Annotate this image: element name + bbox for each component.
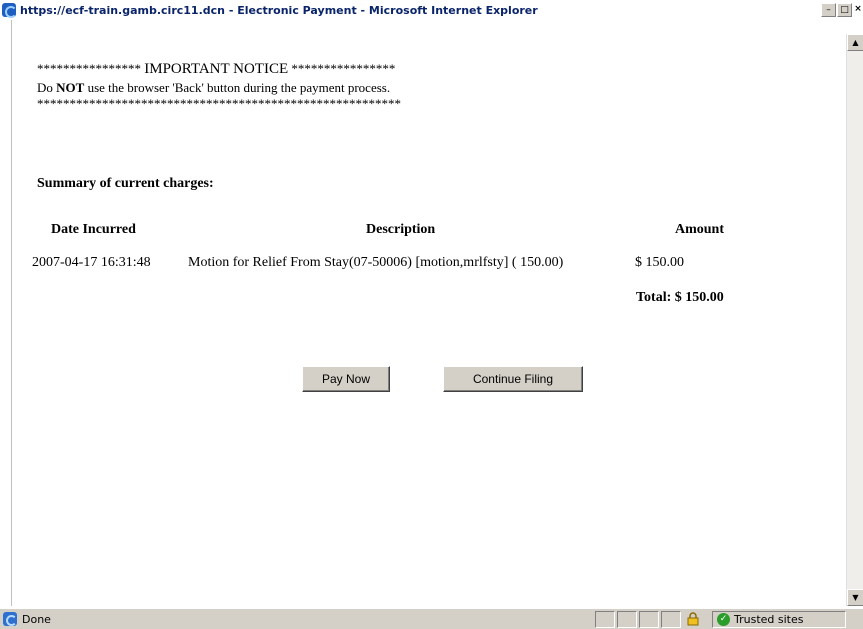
- notice-stars-line: ****************************************…: [37, 96, 401, 111]
- header-amount: Amount: [675, 222, 725, 237]
- status-pane-4: [661, 611, 681, 628]
- notice-stars-left: ****************: [37, 61, 141, 76]
- trusted-sites-check-icon: ✓: [717, 613, 730, 626]
- notice-stars-right: ****************: [291, 61, 396, 76]
- header-date-incurred: Date Incurred: [51, 222, 136, 237]
- status-text: Done: [22, 612, 51, 626]
- notice-heading-text: IMPORTANT NOTICE: [144, 61, 289, 77]
- status-pane-1: [595, 611, 615, 628]
- status-bar: Done ✓ Trusted sites: [0, 608, 863, 629]
- scroll-down-icon[interactable]: ▼: [847, 589, 863, 606]
- notice-text: Do NOT use the browser 'Back' button dur…: [37, 80, 390, 96]
- notice-text-prefix: Do: [37, 80, 57, 95]
- status-pane-2: [617, 611, 637, 628]
- status-pane-3: [639, 611, 659, 628]
- pay-now-button[interactable]: Pay Now: [302, 366, 390, 392]
- window-controls: – □ ×: [821, 3, 863, 17]
- page-content: **************** IMPORTANT NOTICE ******…: [12, 20, 846, 606]
- maximize-button[interactable]: □: [837, 3, 852, 17]
- minimize-button[interactable]: –: [821, 3, 836, 17]
- security-zone[interactable]: ✓ Trusted sites: [712, 611, 846, 628]
- window-titlebar: https://ecf-train.gamb.circ11.dcn - Elec…: [0, 0, 863, 20]
- notice-text-suffix: use the browser 'Back' button during the…: [84, 80, 391, 95]
- scroll-up-icon[interactable]: ▲: [847, 34, 863, 51]
- close-button[interactable]: ×: [853, 3, 863, 17]
- window-left-edge: [0, 20, 12, 606]
- notice-text-bold: NOT: [56, 80, 85, 95]
- lock-icon: [687, 612, 699, 626]
- ie-page-icon: [3, 612, 17, 626]
- vertical-scrollbar[interactable]: ▲ ▼: [846, 34, 863, 606]
- row-amount: $ 150.00: [635, 255, 684, 270]
- total-amount: Total: $ 150.00: [636, 290, 724, 305]
- ie-icon: [2, 3, 17, 18]
- header-description: Description: [366, 222, 436, 237]
- row-description: Motion for Relief From Stay(07-50006) [m…: [188, 255, 564, 270]
- summary-title: Summary of current charges:: [37, 176, 214, 191]
- continue-filing-button[interactable]: Continue Filing: [443, 366, 583, 392]
- important-notice-heading: **************** IMPORTANT NOTICE ******…: [37, 61, 395, 78]
- window-title: https://ecf-train.gamb.circ11.dcn - Elec…: [20, 3, 538, 17]
- zone-label: Trusted sites: [734, 613, 804, 626]
- row-date: 2007-04-17 16:31:48: [32, 255, 151, 270]
